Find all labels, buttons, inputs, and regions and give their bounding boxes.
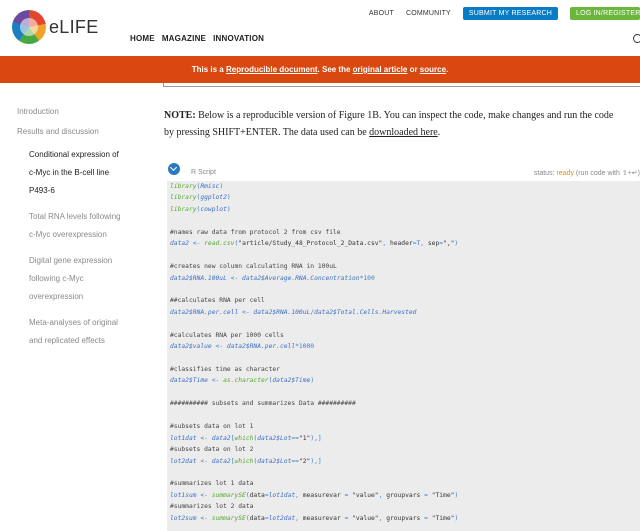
code-line[interactable] (170, 250, 640, 261)
code-line[interactable]: data2$RNA.per.cell <- data2$RNA.100uL/da… (170, 307, 640, 318)
code-panel-header: R Script status: ready (run code with ⇧+… (164, 163, 640, 181)
code-line[interactable]: data2$Time <- as.character(data2$Time) (170, 375, 640, 386)
code-line[interactable] (170, 524, 640, 531)
reproducible-note: NOTE: Below is a reproducible version of… (164, 107, 620, 141)
search-icon[interactable] (633, 34, 640, 43)
site-header: eLIFE ABOUT COMMUNITY SUBMIT MY RESEARCH… (0, 0, 640, 56)
code-line[interactable] (170, 410, 640, 421)
code-line[interactable]: data2 <- read.csv("article/Study_48_Prot… (170, 238, 640, 249)
banner-mid: . See the (317, 65, 353, 74)
reproducible-document-link[interactable]: Reproducible document (226, 65, 318, 74)
banner-suffix: . (446, 65, 449, 74)
about-link[interactable]: ABOUT (369, 10, 394, 17)
code-editor[interactable]: library(Rmisc) library(ggplot2) library(co… (167, 181, 640, 531)
sidebar-item-meta-2[interactable]: and replicated effects (17, 332, 137, 350)
status-prefix: status: (533, 170, 557, 177)
code-line[interactable]: lot2sum <- summarySE(data=lot2dat, measu… (170, 513, 640, 524)
banner-prefix: This is a (191, 65, 226, 74)
status-value: ready (556, 170, 574, 177)
source-link[interactable]: source (420, 65, 446, 74)
nav-home[interactable]: HOME (130, 34, 155, 43)
code-line[interactable]: #subsets data on lot 1 (170, 421, 640, 432)
sidebar-item-digital-3[interactable]: overexpression (17, 288, 137, 306)
banner-or: or (407, 65, 420, 74)
code-line[interactable]: library(cowplot) (170, 204, 640, 215)
code-line[interactable]: #summarizes lot 1 data (170, 478, 640, 489)
code-line[interactable] (170, 387, 640, 398)
logo-text[interactable]: eLIFE (49, 17, 99, 38)
code-line[interactable] (170, 467, 640, 478)
download-data-link[interactable]: downloaded here (369, 127, 438, 138)
code-line[interactable] (170, 318, 640, 329)
code-line[interactable]: #summarizes lot 2 data (170, 501, 640, 512)
reproducible-banner: This is a Reproducible document. See the… (0, 56, 640, 83)
sidebar-item-digital-2[interactable]: following c-Myc (17, 270, 137, 288)
chevron-down-icon[interactable] (168, 163, 180, 175)
content-frame-rule (163, 83, 640, 87)
code-line[interactable]: #calculates RNA per 1000 cells (170, 330, 640, 341)
sidebar-item-results[interactable]: Results and discussion (17, 126, 137, 137)
note-suffix: . (437, 127, 441, 138)
main-nav: HOME MAGAZINE INNOVATION (130, 34, 271, 43)
login-register-button[interactable]: LOG IN/REGISTER (570, 6, 640, 20)
code-line[interactable]: lot2dat <- data2[which(data2$Lot=="2"),] (170, 456, 640, 467)
code-line[interactable]: ##calculates RNA per cell (170, 295, 640, 306)
sidebar-item-meta-1[interactable]: Meta-analyses of original (17, 314, 137, 332)
sidebar-item-introduction[interactable]: Introduction (17, 106, 137, 117)
code-line[interactable]: data2$value <- data2$RNA.per.cell*1000 (170, 341, 640, 352)
nav-innovation[interactable]: INNOVATION (213, 34, 264, 43)
sidebar-item-conditional-2[interactable]: c-Myc in the B-cell line (17, 164, 137, 182)
sidebar-item-total-rna-1[interactable]: Total RNA levels following (17, 208, 137, 226)
language-label: R Script (191, 169, 216, 176)
code-line[interactable]: #names raw data from protocol 2 from csv… (170, 227, 640, 238)
elife-logo-icon[interactable] (12, 10, 46, 44)
run-status: status: ready (run code with ⇧+↵) (534, 169, 640, 177)
sidebar-item-conditional-3[interactable]: P493-6 (17, 182, 137, 200)
code-line[interactable]: ########## subsets and summarizes Data #… (170, 398, 640, 409)
nav-magazine[interactable]: MAGAZINE (162, 34, 206, 43)
code-line[interactable]: data2$RNA.100uL <- data2$Average.RNA.Con… (170, 273, 640, 284)
sidebar-item-conditional-1[interactable]: Conditional expression of (17, 146, 137, 164)
status-hint: (run code with ⇧+↵) (573, 170, 640, 177)
code-line[interactable] (170, 353, 640, 364)
utility-nav: ABOUT COMMUNITY SUBMIT MY RESEARCH LOG I… (369, 6, 640, 20)
sidebar-item-digital-1[interactable]: Digital gene expression (17, 252, 137, 270)
sidebar-item-total-rna-2[interactable]: c-Myc overexpression (17, 226, 137, 244)
code-line[interactable]: #subsets data on lot 2 (170, 444, 640, 455)
code-line[interactable]: library(Rmisc) (170, 181, 640, 192)
code-line[interactable] (170, 215, 640, 226)
note-label: NOTE: (164, 110, 196, 121)
original-article-link[interactable]: original article (353, 65, 408, 74)
article-sidebar: Introduction Results and discussion Cond… (17, 106, 137, 350)
code-line[interactable]: library(ggplot2) (170, 192, 640, 203)
code-line[interactable]: #creates new column calculating RNA in 1… (170, 261, 640, 272)
code-line[interactable]: lot1dat <- data2[which(data2$Lot=="1"),] (170, 433, 640, 444)
code-line[interactable]: #classifies time as character (170, 364, 640, 375)
community-link[interactable]: COMMUNITY (406, 10, 451, 17)
code-line[interactable] (170, 284, 640, 295)
submit-research-button[interactable]: SUBMIT MY RESEARCH (462, 6, 558, 20)
code-line[interactable]: lot1sum <- summarySE(data=lot1dat, measu… (170, 490, 640, 501)
